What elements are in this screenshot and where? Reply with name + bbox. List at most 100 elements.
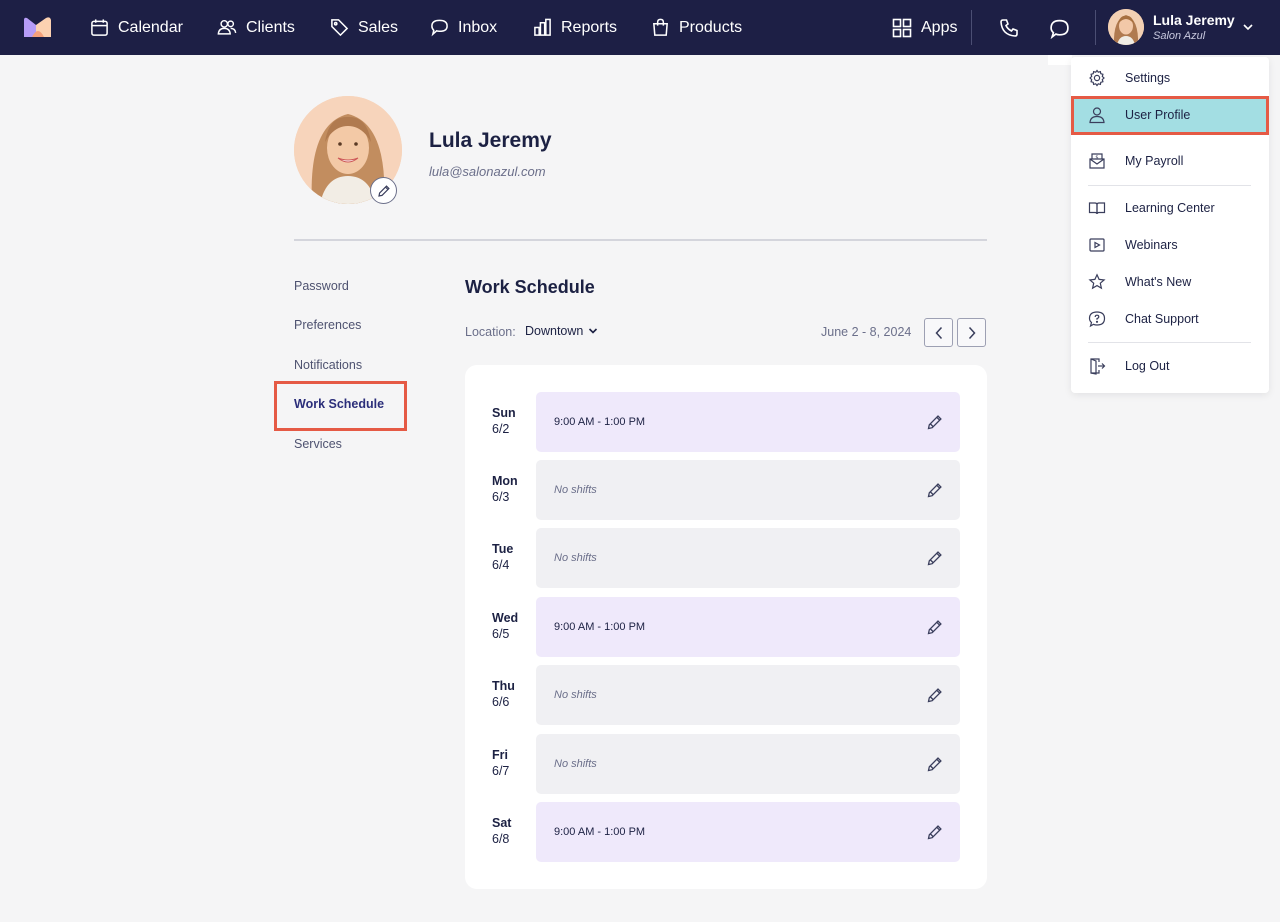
phone-button[interactable] — [995, 14, 1023, 42]
tag-icon — [331, 19, 349, 37]
menu-item-settings[interactable]: Settings — [1071, 61, 1269, 95]
nav-clients-label: Clients — [246, 18, 295, 36]
menu-separator — [1088, 185, 1251, 186]
profile-name: Lula Jeremy — [429, 129, 552, 152]
date-range: June 2 - 8, 2024 — [821, 325, 912, 339]
shift-block[interactable]: 9:00 AM - 1:00 PM — [536, 392, 960, 452]
dropdown-tab — [1048, 55, 1072, 65]
day-date: 6/5 — [492, 627, 510, 641]
book-icon — [1088, 202, 1106, 215]
location-value: Downtown — [525, 324, 584, 338]
nav-sales-label: Sales — [358, 18, 399, 36]
pencil-icon[interactable] — [926, 413, 944, 431]
phone-icon — [1000, 19, 1018, 37]
payroll-icon: $ — [1089, 153, 1105, 169]
schedule-row: Tue 6/4 No shifts — [465, 528, 987, 588]
nav-calendar-label: Calendar — [118, 18, 183, 36]
nav-products-label: Products — [679, 18, 743, 36]
shift-text: No shifts — [554, 689, 597, 701]
nav-divider — [1095, 10, 1096, 45]
nav-divider — [971, 10, 972, 45]
user-menu-toggle[interactable]: Lula Jeremy Salon Azul — [1108, 9, 1268, 46]
menu-item-user-profile[interactable]: User Profile — [1071, 98, 1269, 132]
side-item-work-schedule[interactable]: Work Schedule — [294, 397, 384, 411]
menu-item-my-payroll[interactable]: $ My Payroll — [1071, 144, 1269, 178]
shopping-bag-icon — [653, 18, 668, 36]
section-title: Work Schedule — [465, 277, 595, 297]
pencil-icon[interactable] — [926, 618, 944, 636]
shift-block[interactable]: 9:00 AM - 1:00 PM — [536, 597, 960, 657]
pencil-icon — [377, 184, 390, 197]
day-name: Mon — [492, 474, 518, 488]
menu-item-label: Learning Center — [1125, 201, 1215, 215]
shift-block[interactable]: No shifts — [536, 665, 960, 725]
nav-apps-label: Apps — [921, 18, 958, 36]
shift-block[interactable]: 9:00 AM - 1:00 PM — [536, 802, 960, 862]
day-date: 6/4 — [492, 558, 510, 572]
day-name: Tue — [492, 542, 514, 556]
day-name: Sat — [492, 816, 512, 830]
profile-email: lula@salonazul.com — [429, 164, 546, 179]
menu-item-learning-center[interactable]: Learning Center — [1071, 191, 1269, 225]
users-icon — [217, 19, 237, 35]
schedule-row: Sun 6/2 9:00 AM - 1:00 PM — [465, 392, 987, 452]
chevron-down-icon — [589, 328, 598, 334]
shift-text: No shifts — [554, 552, 597, 564]
location-label: Location: — [465, 325, 516, 339]
side-item-notifications[interactable]: Notifications — [294, 358, 362, 372]
shift-block[interactable]: No shifts — [536, 460, 960, 520]
svg-text:$: $ — [1095, 155, 1098, 161]
pencil-icon[interactable] — [926, 481, 944, 499]
day-date: 6/7 — [492, 764, 510, 778]
day-date: 6/2 — [492, 422, 510, 436]
menu-item-log-out[interactable]: Log Out — [1071, 349, 1269, 383]
location-select[interactable]: Downtown — [525, 324, 598, 338]
day-date: 6/8 — [492, 832, 510, 846]
nav-apps[interactable]: Apps — [892, 0, 957, 55]
nav-calendar[interactable]: Calendar — [90, 0, 183, 55]
menu-item-whats-new[interactable]: What's New — [1071, 265, 1269, 299]
day-name: Sun — [492, 406, 516, 420]
side-item-preferences[interactable]: Preferences — [294, 318, 361, 332]
shift-text: 9:00 AM - 1:00 PM — [554, 621, 646, 633]
menu-item-label: Webinars — [1125, 238, 1178, 252]
day-date: 6/6 — [492, 695, 510, 709]
menu-item-chat-support[interactable]: Chat Support — [1071, 302, 1269, 336]
menu-separator — [1088, 342, 1251, 343]
pencil-icon[interactable] — [926, 755, 944, 773]
chat-button[interactable] — [1045, 14, 1073, 42]
nav-sales[interactable]: Sales — [330, 0, 398, 55]
nav-reports-label: Reports — [561, 18, 618, 36]
side-item-password[interactable]: Password — [294, 279, 349, 293]
menu-item-label: My Payroll — [1125, 154, 1184, 168]
shift-block[interactable]: No shifts — [536, 734, 960, 794]
edit-avatar-button[interactable] — [370, 177, 397, 204]
chat-bubble-icon — [431, 19, 448, 37]
nav-clients[interactable]: Clients — [217, 0, 295, 55]
side-item-services[interactable]: Services — [294, 437, 342, 451]
menu-item-label: Log Out — [1125, 359, 1170, 373]
chevron-left-icon — [934, 326, 942, 339]
nav-inbox[interactable]: Inbox — [430, 0, 497, 55]
message-icon — [1049, 19, 1069, 39]
nav-reports[interactable]: Reports — [533, 0, 617, 55]
pencil-icon[interactable] — [926, 549, 944, 567]
star-icon — [1088, 273, 1106, 290]
pencil-icon[interactable] — [926, 823, 944, 841]
next-week-button[interactable] — [957, 318, 986, 347]
nav-products[interactable]: Products — [651, 0, 742, 55]
menu-item-label: Chat Support — [1125, 312, 1199, 326]
menu-item-webinars[interactable]: Webinars — [1071, 228, 1269, 262]
user-org: Salon Azul — [1153, 30, 1206, 42]
menu-item-label: User Profile — [1125, 108, 1191, 122]
schedule-row: Thu 6/6 No shifts — [465, 665, 987, 725]
menu-item-label: Settings — [1125, 71, 1171, 85]
video-icon — [1089, 238, 1105, 252]
pencil-icon[interactable] — [926, 686, 944, 704]
shift-text: 9:00 AM - 1:00 PM — [554, 826, 646, 838]
divider — [294, 239, 987, 241]
prev-week-button[interactable] — [924, 318, 953, 347]
brand-logo[interactable] — [24, 17, 52, 37]
day-name: Thu — [492, 679, 515, 693]
shift-block[interactable]: No shifts — [536, 528, 960, 588]
